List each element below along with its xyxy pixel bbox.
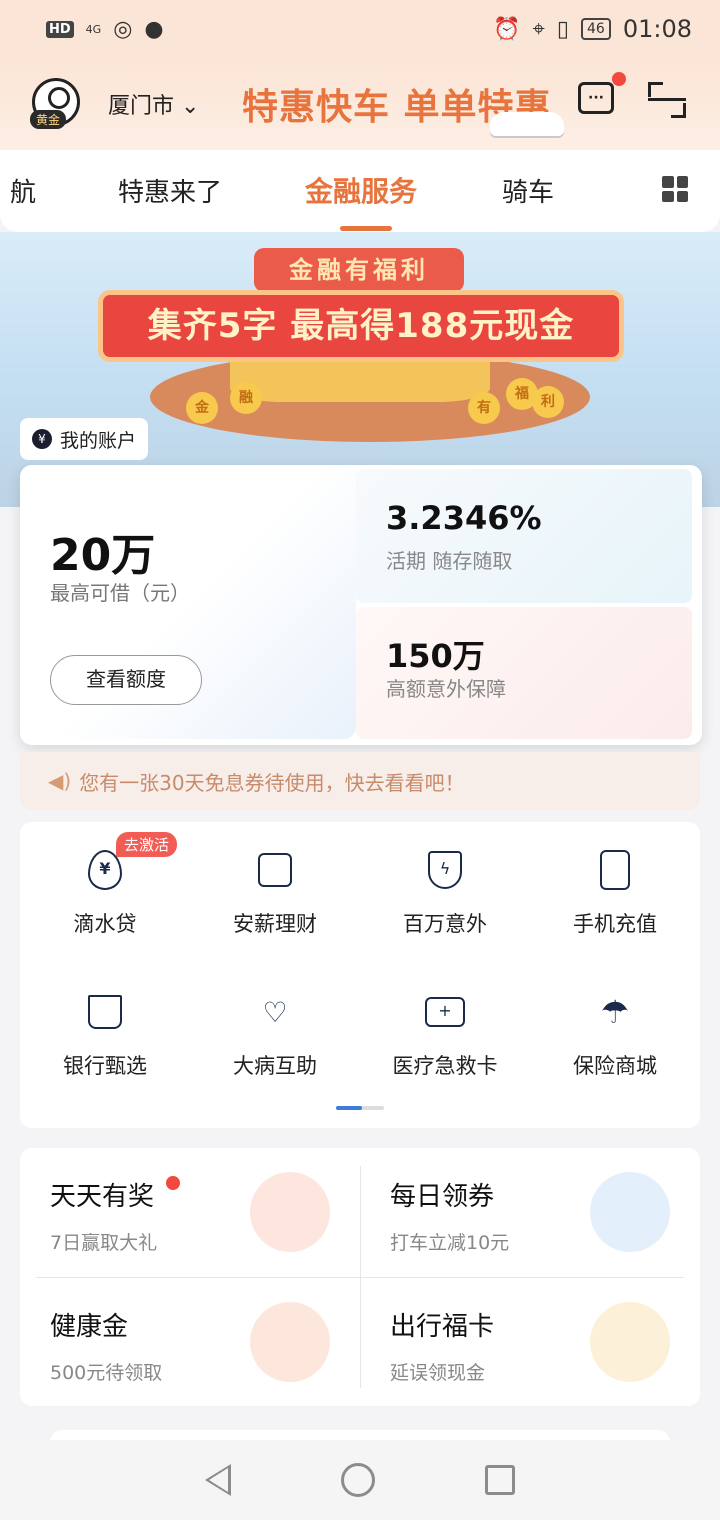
service-label: 安薪理财 — [233, 912, 317, 936]
my-account-label: 我的账户 — [60, 429, 137, 452]
account-card: 20万 最高可借（元） 查看额度 3.2346% 活期 随存随取 150万 高额… — [20, 465, 702, 745]
service-phone-topup[interactable]: 手机充值 — [530, 846, 700, 938]
active-tab-indicator — [340, 226, 392, 231]
insurance-amount: 150万 — [386, 637, 485, 675]
reward-title: 出行福卡 — [390, 1312, 495, 1342]
new-dot — [166, 1176, 180, 1190]
reward-subtitle: 打车立减10元 — [390, 1232, 510, 1254]
wallet-clock-icon — [590, 1302, 670, 1382]
scan-line — [648, 98, 686, 101]
vibrate-icon: ▯ — [556, 16, 569, 42]
coin-icon: 融 — [230, 382, 262, 414]
location-icon: ⌖ — [532, 16, 545, 42]
service-label: 大病互助 — [233, 1054, 317, 1078]
reward-title: 天天有奖 — [50, 1182, 155, 1212]
reward-title: 每日领券 — [390, 1182, 495, 1212]
notice-text: 您有一张30天免息券待使用，快去看看吧！ — [79, 770, 465, 795]
reward-travel-card[interactable]: 出行福卡 延误领现金 — [360, 1278, 700, 1408]
rewards-panel: 天天有奖 7日赢取大礼 每日领券 打车立减10元 健康金 500元待领取 出行福… — [20, 1148, 700, 1406]
savings-label: 活期 随存随取 — [386, 549, 513, 573]
signal-icon: 4G — [85, 22, 102, 36]
grid-menu-icon[interactable] — [662, 176, 688, 202]
service-insurance-mall[interactable]: ☂ 保险商城 — [530, 988, 700, 1080]
message-unread-dot — [612, 72, 626, 86]
service-label: 保险商城 — [573, 1054, 657, 1078]
chat-bubble-icon: ● — [144, 16, 164, 42]
service-waterdrop-loan[interactable]: ¥ 滴水贷 — [20, 846, 190, 938]
service-label: 滴水贷 — [73, 912, 137, 936]
savings-panel[interactable]: 3.2346% 活期 随存随取 — [356, 469, 692, 603]
coupon-envelope-icon — [590, 1172, 670, 1252]
service-salary-finance[interactable]: 安薪理财 — [190, 846, 360, 938]
gift-icon — [250, 1172, 330, 1252]
phone-icon — [600, 850, 630, 890]
category-tabs: 航 特惠来了 金融服务 骑车 — [0, 150, 720, 232]
loan-amount: 20万 — [50, 530, 156, 581]
divider — [36, 1277, 684, 1278]
banner-title: 集齐5字 最高得188元现金 — [98, 290, 624, 362]
status-bar: HD 4G ◎ ● ⏰ ⌖ ▯ 46 01:08 — [0, 0, 720, 58]
reward-subtitle: 500元待领取 — [50, 1362, 163, 1384]
savings-rate: 3.2346% — [386, 499, 542, 537]
shield-bolt-icon: ϟ — [428, 851, 462, 889]
service-label: 手机充值 — [573, 912, 657, 936]
insurance-panel[interactable]: 150万 高额意外保障 — [356, 607, 692, 739]
service-accident-insurance[interactable]: ϟ 百万意外 — [360, 846, 530, 938]
message-icon[interactable]: ··· — [578, 82, 614, 114]
city-label: 厦门市 — [108, 94, 175, 119]
umbrella-icon: ☂ — [600, 993, 630, 1031]
alarm-icon: ⏰ — [493, 16, 521, 42]
status-time: 01:08 — [622, 15, 692, 43]
service-label: 百万意外 — [403, 912, 487, 936]
insurance-label: 高额意外保障 — [386, 677, 506, 701]
reward-subtitle: 延误领现金 — [390, 1362, 486, 1384]
tab-navigation[interactable]: 航 — [10, 172, 36, 209]
recent-apps-icon[interactable] — [485, 1465, 515, 1495]
reward-subtitle: 7日赢取大礼 — [50, 1232, 158, 1254]
crown-diamond-icon — [88, 995, 122, 1029]
system-nav-bar — [0, 1440, 720, 1520]
loan-panel[interactable]: 20万 最高可借（元） 查看额度 — [20, 465, 356, 739]
activate-badge: 去激活 — [116, 832, 178, 857]
tab-bike[interactable]: 骑车 — [502, 172, 554, 209]
battery-icon: 46 — [581, 18, 611, 40]
reward-health-fund[interactable]: 健康金 500元待领取 — [20, 1278, 360, 1408]
page-indicator — [336, 1106, 384, 1110]
service-label: 医疗急救卡 — [392, 1054, 498, 1078]
loan-label: 最高可借（元） — [50, 581, 190, 605]
member-level-badge: 黄金 — [30, 110, 67, 129]
notification-icon: ◎ — [113, 16, 133, 42]
view-limit-button[interactable]: 查看额度 — [50, 655, 202, 705]
reward-daily-prize[interactable]: 天天有奖 7日赢取大礼 — [20, 1148, 360, 1278]
city-selector[interactable]: 厦门市 ⌄ — [108, 88, 199, 120]
chart-trend-icon — [258, 853, 292, 887]
shield-coin-icon — [250, 1302, 330, 1382]
banner-subtitle: 金融有福利 — [254, 248, 464, 292]
reward-title: 健康金 — [50, 1312, 129, 1342]
yen-icon: ¥ — [32, 429, 52, 449]
service-medical-card[interactable]: + 医疗急救卡 — [360, 988, 530, 1080]
coupon-notice[interactable]: ◀) 您有一张30天免息券待使用，快去看看吧！ — [20, 752, 700, 810]
chevron-down-icon: ⌄ — [181, 94, 200, 119]
coin-icon: 有 — [468, 392, 500, 424]
service-bank-select[interactable]: 银行甄选 — [20, 988, 190, 1080]
heart-hands-icon: ♡ — [262, 995, 288, 1029]
service-label: 银行甄选 — [63, 1054, 147, 1078]
services-grid: ¥ 滴水贷 去激活 安薪理财 ϟ 百万意外 手机充值 银行甄选 ♡ 大病互助 +… — [20, 822, 700, 1128]
app-header: 黄金 厦门市 ⌄ 特惠快车 单单特惠 ··· — [0, 58, 720, 150]
medical-card-icon: + — [425, 997, 465, 1027]
tab-finance[interactable]: 金融服务 — [305, 170, 417, 210]
back-icon[interactable] — [205, 1464, 231, 1496]
coin-icon: 金 — [186, 392, 218, 424]
speaker-icon: ◀) — [48, 769, 72, 793]
tab-deals[interactable]: 特惠来了 — [118, 172, 222, 209]
my-account-tag: ¥ 我的账户 — [20, 418, 149, 460]
coin-icon: 利 — [532, 386, 564, 418]
hd-icon: HD — [46, 20, 74, 38]
reward-daily-coupon[interactable]: 每日领券 打车立减10元 — [360, 1148, 700, 1278]
car-illustration — [490, 112, 564, 136]
home-icon[interactable] — [341, 1463, 375, 1497]
service-illness-mutual-aid[interactable]: ♡ 大病互助 — [190, 988, 360, 1080]
